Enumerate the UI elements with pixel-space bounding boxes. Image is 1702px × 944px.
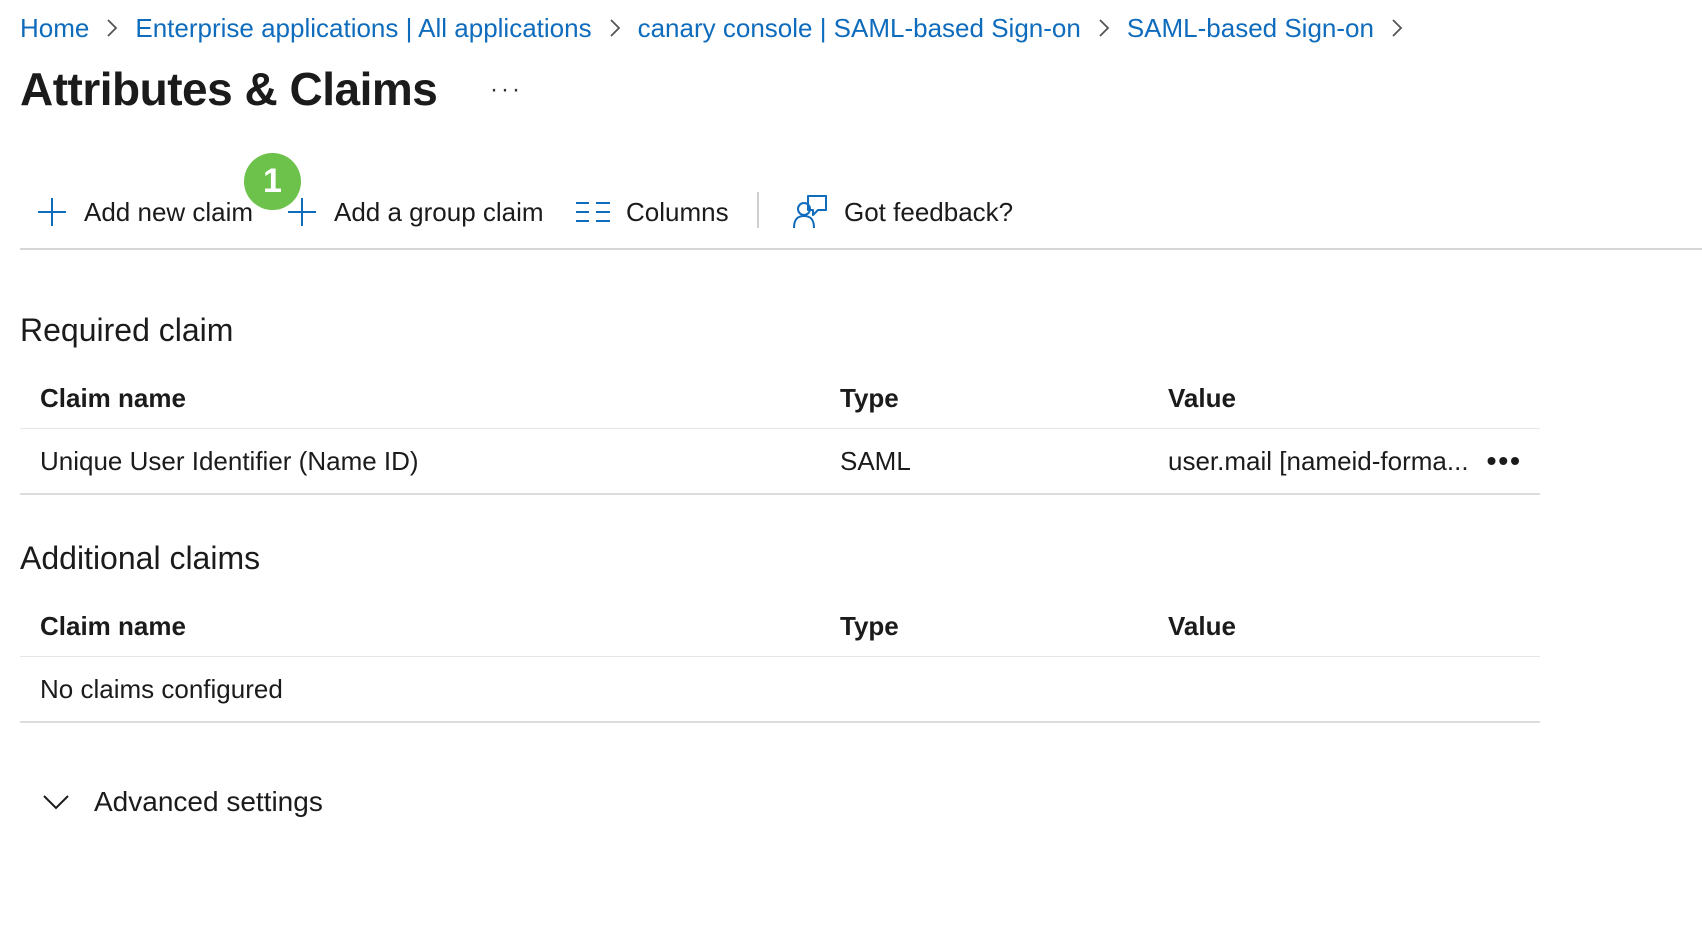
columns-icon — [576, 202, 610, 222]
columns-label: Columns — [626, 196, 729, 227]
column-header-type[interactable]: Type — [840, 368, 899, 428]
breadcrumb: Home Enterprise applications | All appli… — [20, 8, 1420, 48]
feedback-icon — [793, 195, 827, 229]
column-header-value[interactable]: Value — [1168, 368, 1236, 428]
chevron-right-icon — [105, 17, 119, 39]
claim-type-cell: SAML — [840, 445, 911, 476]
breadcrumb-canary-console[interactable]: canary console | SAML-based Sign-on — [638, 13, 1081, 44]
toolbar-divider — [757, 192, 759, 228]
advanced-settings-toggle[interactable]: Advanced settings — [42, 780, 323, 824]
breadcrumb-saml-signon[interactable]: SAML-based Sign-on — [1127, 13, 1374, 44]
no-claims-message: No claims configured — [40, 673, 283, 704]
table-header-row: Claim name Type Value — [20, 368, 1540, 429]
column-header-value[interactable]: Value — [1168, 596, 1236, 656]
step-badge: 1 — [244, 153, 301, 210]
empty-state-row: No claims configured — [20, 657, 1540, 723]
claim-value-cell: user.mail [nameid-forma... — [1168, 445, 1469, 476]
additional-claims-heading: Additional claims — [20, 540, 261, 576]
breadcrumb-home[interactable]: Home — [20, 13, 89, 44]
column-header-type[interactable]: Type — [840, 596, 899, 656]
chevron-right-icon — [608, 17, 622, 39]
chevron-down-icon — [43, 795, 69, 810]
table-row[interactable]: Unique User Identifier (Name ID) SAML us… — [20, 429, 1540, 495]
required-claims-table: Claim name Type Value Unique User Identi… — [20, 368, 1540, 495]
column-header-claim-name[interactable]: Claim name — [40, 368, 186, 428]
add-group-claim-button[interactable]: Add a group claim — [286, 192, 544, 232]
advanced-settings-label: Advanced settings — [94, 786, 323, 817]
chevron-right-icon — [1390, 17, 1404, 39]
claim-name-cell: Unique User Identifier (Name ID) — [40, 445, 419, 476]
plus-icon — [38, 198, 66, 226]
feedback-button[interactable]: Got feedback? — [792, 192, 1013, 232]
table-header-row: Claim name Type Value — [20, 596, 1540, 657]
column-header-claim-name[interactable]: Claim name — [40, 596, 186, 656]
required-claim-heading: Required claim — [20, 312, 234, 348]
add-new-claim-label: Add new claim — [84, 196, 254, 227]
row-more-actions-button[interactable]: ••• — [1487, 429, 1522, 493]
feedback-label: Got feedback? — [844, 196, 1014, 227]
add-new-claim-button[interactable]: Add new claim — [36, 192, 253, 232]
page-title: Attributes & Claims — [20, 63, 438, 115]
columns-button[interactable]: Columns — [576, 192, 729, 232]
breadcrumb-enterprise-apps[interactable]: Enterprise applications | All applicatio… — [135, 13, 591, 44]
more-options-button[interactable]: ··· — [490, 76, 523, 104]
add-group-claim-label: Add a group claim — [334, 196, 544, 227]
additional-claims-table: Claim name Type Value No claims configur… — [20, 596, 1540, 723]
chevron-right-icon — [1097, 17, 1111, 39]
